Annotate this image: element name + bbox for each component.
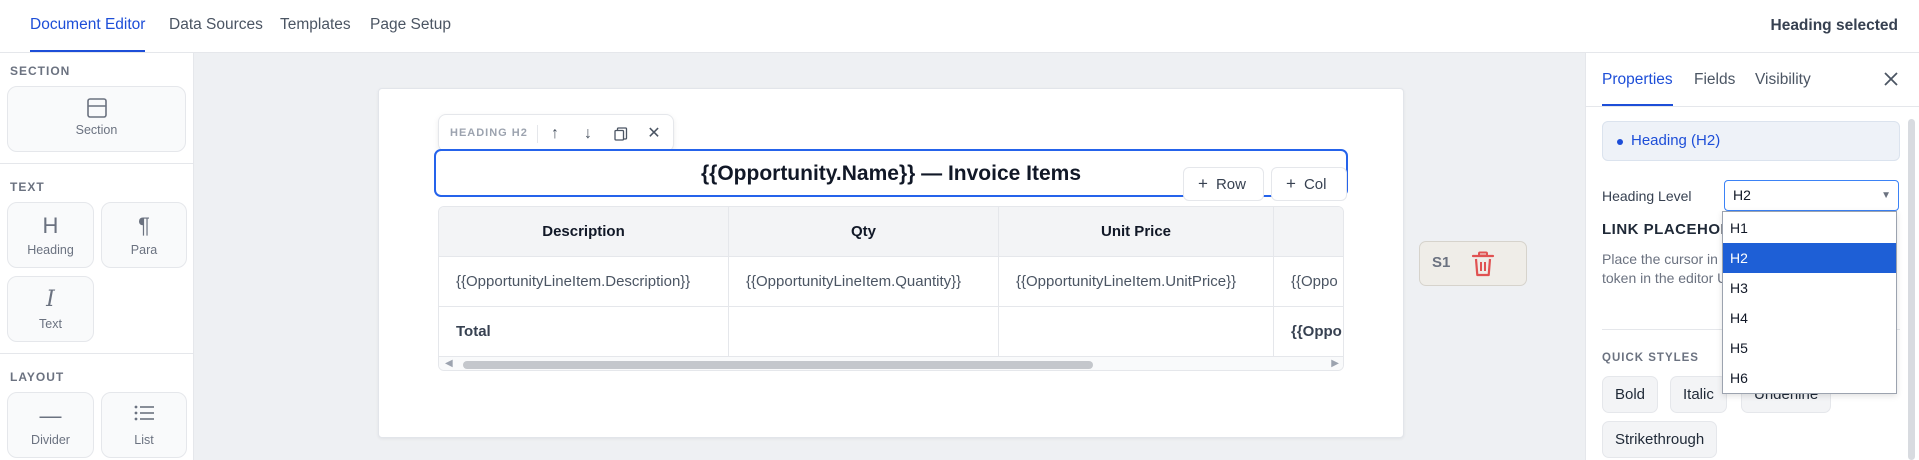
element-palette: SECTION Section TEXT H Heading ¶ Para I … <box>0 53 194 460</box>
tab-visibility[interactable]: Visibility <box>1755 53 1811 106</box>
scroll-left-icon[interactable]: ◀ <box>445 358 453 369</box>
palette-divider <box>0 163 193 164</box>
panel-divider <box>1586 106 1919 107</box>
palette-list-item[interactable]: List <box>101 392 187 458</box>
italic-text-icon: I <box>46 287 55 312</box>
table-cell[interactable]: {{OpportunityLineItem.Quantity}} <box>729 257 999 307</box>
table-cell[interactable]: {{OpportunityLineItem.Description}} <box>439 257 729 307</box>
duplicate-icon[interactable] <box>609 122 633 146</box>
heading-level-option-selected[interactable]: H2 <box>1723 243 1896 273</box>
palette-divider-label: Divider <box>31 433 70 447</box>
tab-page-setup[interactable]: Page Setup <box>370 0 451 52</box>
palette-heading-item[interactable]: H Heading <box>7 202 94 268</box>
table-cell[interactable]: {{Oppo <box>1274 257 1343 307</box>
palette-list-label: List <box>134 433 154 447</box>
link-placeholder-title: LINK PLACEHOLD <box>1602 221 1742 238</box>
scroll-right-icon[interactable]: ▶ <box>1331 358 1339 369</box>
table-header-cell[interactable]: Description <box>439 207 729 257</box>
trash-icon[interactable] <box>1471 251 1495 282</box>
table-header-cell[interactable]: Unit Price <box>999 207 1274 257</box>
heading-icon: H <box>42 213 59 238</box>
panel-scrollbar[interactable] <box>1908 119 1915 460</box>
table-cell[interactable] <box>999 307 1274 357</box>
plus-icon: + <box>1286 174 1296 193</box>
table-horizontal-scrollbar[interactable]: ◀ ▶ <box>439 357 1343 370</box>
palette-text-item[interactable]: I Text <box>7 276 94 342</box>
bold-style-button[interactable]: Bold <box>1602 376 1659 413</box>
heading-level-select[interactable]: H2 ▼ <box>1724 180 1899 211</box>
quick-styles-title: QUICK STYLES <box>1602 352 1699 364</box>
layout-category-label: LAYOUT <box>10 370 65 384</box>
heading-level-option[interactable]: H5 <box>1723 333 1896 363</box>
section-id-label: S1 <box>1432 254 1451 271</box>
table-header-cell[interactable]: Qty <box>729 207 999 257</box>
table-cell[interactable]: Total <box>439 307 729 357</box>
table-cell[interactable]: {{Oppo <box>1274 307 1343 357</box>
palette-para-item[interactable]: ¶ Para <box>101 202 187 268</box>
palette-para-label: Para <box>130 243 158 257</box>
heading-level-option[interactable]: H3 <box>1723 273 1896 303</box>
block-type-label: HEADING H2 <box>450 127 528 139</box>
add-row-label: Row <box>1215 176 1246 193</box>
add-row-button[interactable]: + Row <box>1183 167 1264 201</box>
bullet-icon <box>1617 139 1623 145</box>
palette-text-label: Text <box>39 317 62 331</box>
section-chip[interactable]: S1 <box>1419 241 1527 286</box>
scrollbar-thumb[interactable] <box>463 361 1093 369</box>
arrow-up-icon[interactable]: ↑ <box>543 122 567 146</box>
section-icon <box>8 97 185 123</box>
selected-element-pill: Heading (H2) <box>1602 121 1900 161</box>
table-cell[interactable]: {{OpportunityLineItem.UnitPrice}} <box>999 257 1274 307</box>
selection-status: Heading selected <box>1770 17 1899 34</box>
add-column-button[interactable]: + Col <box>1271 167 1347 201</box>
chevron-down-icon: ▼ <box>1881 190 1891 201</box>
tab-fields[interactable]: Fields <box>1694 53 1735 106</box>
arrow-down-icon[interactable]: ↓ <box>576 122 600 146</box>
heading-level-label: Heading Level <box>1602 188 1692 204</box>
close-panel-icon[interactable] <box>1880 68 1902 90</box>
section-category-label: SECTION <box>10 64 71 78</box>
heading-level-value: H2 <box>1733 187 1751 203</box>
divider-icon: — <box>39 403 62 428</box>
heading-level-option[interactable]: H4 <box>1723 303 1896 333</box>
heading-level-option[interactable]: H1 <box>1723 213 1896 243</box>
strikethrough-style-button[interactable]: Strikethrough <box>1602 421 1718 458</box>
selected-element-label: Heading (H2) <box>1631 132 1721 149</box>
close-icon[interactable]: ✕ <box>642 122 666 146</box>
add-column-label: Col <box>1303 176 1327 193</box>
text-category-label: TEXT <box>10 180 45 194</box>
tab-document-editor[interactable]: Document Editor <box>30 0 146 52</box>
palette-heading-label: Heading <box>27 243 74 257</box>
heading-level-option[interactable]: H6 <box>1723 363 1896 393</box>
top-nav: Document Editor Data Sources Templates P… <box>0 0 1919 53</box>
table-header-cell[interactable] <box>1274 207 1343 257</box>
palette-divider <box>0 353 193 354</box>
paragraph-icon: ¶ <box>138 213 150 238</box>
palette-section-item[interactable]: Section <box>7 86 186 152</box>
list-icon <box>102 403 186 429</box>
table-cell[interactable] <box>729 307 999 357</box>
tab-properties[interactable]: Properties <box>1602 53 1673 106</box>
toolbar-separator <box>537 125 538 143</box>
block-toolbar: HEADING H2 ↑ ↓ ✕ <box>438 114 674 152</box>
italic-style-button[interactable]: Italic <box>1670 376 1727 413</box>
tab-data-sources[interactable]: Data Sources <box>169 0 263 52</box>
heading-level-dropdown: H1 H2 H3 H4 H5 H6 <box>1722 211 1897 394</box>
line-items-table: Description Qty Unit Price {{Opportunity… <box>438 206 1344 371</box>
palette-section-label: Section <box>75 123 118 137</box>
palette-divider-item[interactable]: — Divider <box>7 392 94 458</box>
tab-templates[interactable]: Templates <box>280 0 351 52</box>
plus-icon: + <box>1198 174 1208 193</box>
